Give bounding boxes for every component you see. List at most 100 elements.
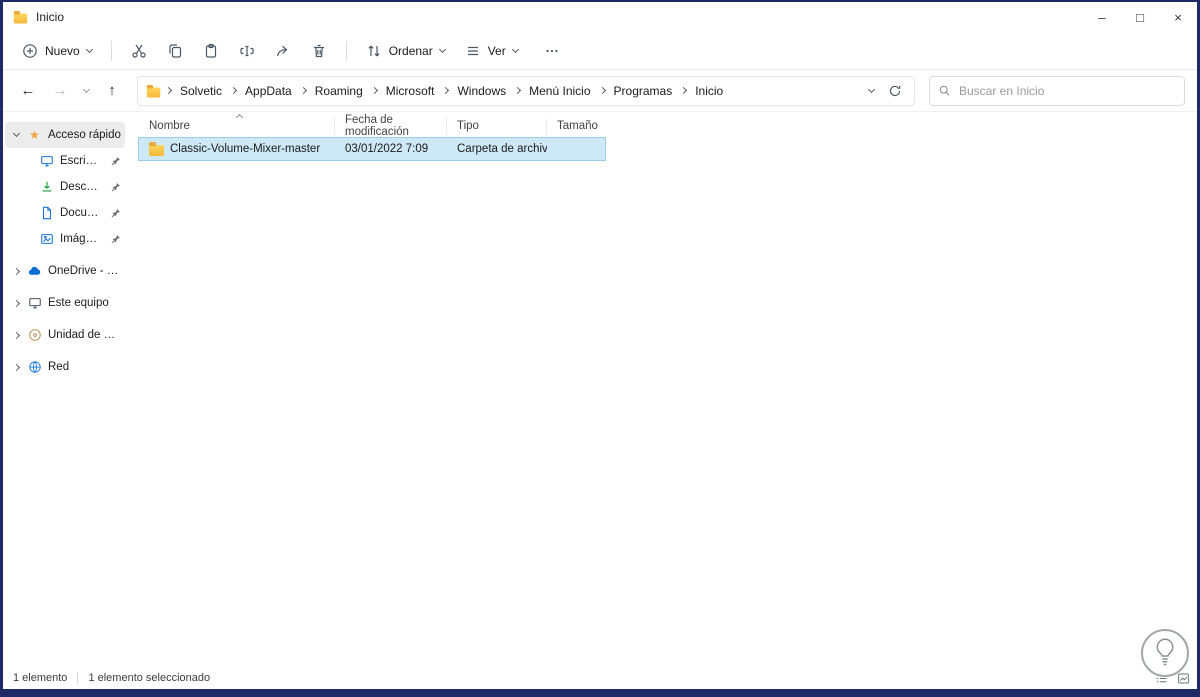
cut-button[interactable] bbox=[122, 36, 156, 66]
chevron-down-icon[interactable] bbox=[11, 129, 21, 138]
breadcrumb-item[interactable]: Microsoft bbox=[382, 80, 439, 102]
file-name-cell: Classic-Volume-Mixer-master bbox=[139, 142, 335, 156]
view-button-label: Ver bbox=[487, 43, 506, 58]
table-row[interactable]: Classic-Volume-Mixer-master 03/01/2022 7… bbox=[138, 137, 606, 161]
sort-button-label: Ordenar bbox=[388, 43, 433, 58]
close-button[interactable]: × bbox=[1159, 2, 1197, 32]
minimize-button[interactable]: – bbox=[1083, 2, 1121, 32]
sidebar-item-desktop[interactable]: Escritorio bbox=[5, 148, 125, 174]
breadcrumb-item[interactable]: Programas bbox=[610, 80, 677, 102]
toolbar: Nuevo Ordenar Ver bbox=[3, 32, 1197, 70]
sidebar-item-label: Acceso rápido bbox=[48, 129, 121, 141]
chevron-right-icon[interactable] bbox=[11, 331, 21, 339]
app-body: ★ Acceso rápido Escritorio Descargas bbox=[3, 112, 1197, 667]
breadcrumb-item[interactable]: Inicio bbox=[691, 80, 727, 102]
breadcrumb-item[interactable]: Menú Inicio bbox=[525, 80, 594, 102]
chevron-right-icon[interactable] bbox=[11, 267, 21, 275]
pin-icon bbox=[111, 208, 121, 218]
share-button[interactable] bbox=[266, 36, 300, 66]
breadcrumb-separator bbox=[228, 86, 239, 95]
rename-button[interactable] bbox=[230, 36, 264, 66]
plus-circle-icon bbox=[22, 43, 38, 59]
copy-icon bbox=[167, 43, 183, 59]
view-button[interactable]: Ver bbox=[456, 37, 527, 65]
breadcrumb-separator bbox=[163, 86, 174, 95]
column-header-name[interactable]: Nombre bbox=[139, 113, 335, 134]
sort-arrows-icon bbox=[366, 43, 382, 59]
history-dropdown-button[interactable] bbox=[79, 78, 93, 104]
sidebar-item-documents[interactable]: Documentos bbox=[5, 200, 125, 226]
more-options-button[interactable] bbox=[535, 36, 569, 66]
pin-icon bbox=[111, 182, 121, 192]
sidebar-item-label: Red bbox=[48, 361, 70, 373]
picture-icon bbox=[39, 232, 54, 246]
sort-button[interactable]: Ordenar bbox=[357, 37, 454, 65]
sidebar-item-network[interactable]: Red bbox=[5, 354, 125, 380]
breadcrumb-separator bbox=[597, 86, 608, 95]
column-header-size[interactable]: Tamaño bbox=[547, 118, 605, 134]
breadcrumb-item[interactable]: Windows bbox=[453, 80, 510, 102]
onedrive-cloud-icon bbox=[27, 264, 42, 279]
window-title: Inicio bbox=[36, 10, 65, 24]
column-header-type[interactable]: Tipo bbox=[447, 118, 547, 134]
back-button[interactable]: ← bbox=[15, 78, 41, 104]
breadcrumb-separator bbox=[678, 86, 689, 95]
search-input[interactable] bbox=[959, 83, 1176, 98]
breadcrumb-separator bbox=[369, 86, 380, 95]
sidebar-item-quick-access[interactable]: ★ Acceso rápido bbox=[5, 122, 125, 148]
breadcrumb-separator bbox=[512, 86, 523, 95]
forward-button[interactable]: → bbox=[47, 78, 73, 104]
share-icon bbox=[275, 43, 291, 59]
sidebar-item-onedrive[interactable]: OneDrive - Personal bbox=[5, 258, 125, 284]
sidebar-item-label: Documentos bbox=[60, 207, 99, 219]
lightbulb-icon bbox=[1153, 637, 1177, 669]
folder-icon bbox=[149, 142, 164, 156]
file-table: Nombre Fecha de modificación Tipo Tamaño bbox=[138, 113, 606, 161]
breadcrumb-item[interactable]: Solvetic bbox=[176, 80, 226, 102]
trash-icon bbox=[311, 43, 327, 59]
delete-button[interactable] bbox=[302, 36, 336, 66]
titlebar: Inicio – □ × bbox=[3, 2, 1197, 32]
copy-button[interactable] bbox=[158, 36, 192, 66]
breadcrumb-separator bbox=[440, 86, 451, 95]
desktop-icon bbox=[39, 154, 54, 168]
toolbar-divider bbox=[110, 40, 112, 61]
sidebar-item-dvd-drive[interactable]: Unidad de DVD (D:) bbox=[5, 322, 125, 348]
chevron-down-icon bbox=[82, 85, 90, 93]
column-header-label: Nombre bbox=[149, 120, 190, 132]
computer-icon bbox=[27, 296, 42, 310]
chevron-right-icon[interactable] bbox=[11, 299, 21, 307]
network-globe-icon bbox=[27, 360, 42, 374]
more-dots-icon bbox=[544, 43, 560, 59]
breadcrumb-item[interactable]: Roaming bbox=[311, 80, 367, 102]
paste-button[interactable] bbox=[194, 36, 228, 66]
address-bar[interactable]: Solvetic AppData Roaming Microsoft Windo… bbox=[137, 75, 915, 106]
breadcrumb-separator bbox=[298, 86, 309, 95]
sidebar-item-label: OneDrive - Personal bbox=[48, 265, 121, 277]
search-box[interactable] bbox=[929, 75, 1185, 106]
download-icon bbox=[39, 180, 54, 194]
status-divider bbox=[77, 672, 79, 684]
folder-icon bbox=[13, 10, 28, 24]
chevron-down-icon bbox=[438, 45, 446, 53]
dvd-disc-icon bbox=[27, 328, 42, 342]
location-folder-icon bbox=[146, 84, 161, 97]
sidebar-item-downloads[interactable]: Descargas bbox=[5, 174, 125, 200]
breadcrumb-item[interactable]: AppData bbox=[241, 80, 296, 102]
chevron-right-icon[interactable] bbox=[11, 363, 21, 371]
address-dropdown-button[interactable] bbox=[860, 79, 882, 103]
refresh-button[interactable] bbox=[884, 79, 906, 103]
up-button[interactable]: ↑ bbox=[99, 78, 125, 104]
selection-count: 1 elemento seleccionado bbox=[88, 672, 211, 684]
column-header-modified[interactable]: Fecha de modificación bbox=[335, 114, 447, 138]
view-lines-icon bbox=[465, 43, 481, 59]
column-header-label: Fecha de modificación bbox=[345, 114, 409, 138]
new-button[interactable]: Nuevo bbox=[13, 37, 101, 65]
sidebar-item-this-pc[interactable]: Este equipo bbox=[5, 290, 125, 316]
chevron-down-icon bbox=[511, 45, 519, 53]
sort-ascending-icon bbox=[235, 111, 243, 123]
rename-icon bbox=[239, 43, 255, 59]
sidebar-item-pictures[interactable]: Imágenes bbox=[5, 226, 125, 252]
maximize-button[interactable]: □ bbox=[1121, 2, 1159, 32]
sidebar: ★ Acceso rápido Escritorio Descargas bbox=[3, 112, 127, 667]
